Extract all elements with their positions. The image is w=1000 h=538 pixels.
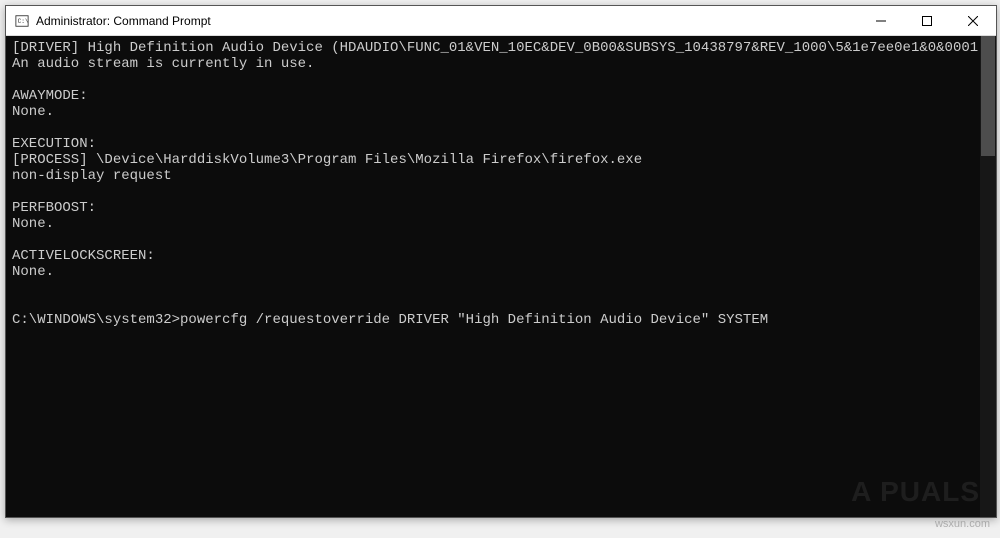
terminal-body: [DRIVER] High Definition Audio Device (H… — [6, 36, 996, 517]
window-controls — [858, 6, 996, 35]
cmd-icon: C:\ — [14, 13, 30, 29]
watermark-text: wsxun.com — [935, 518, 990, 530]
vertical-scrollbar[interactable] — [980, 36, 996, 517]
svg-text:C:\: C:\ — [18, 17, 29, 24]
titlebar[interactable]: C:\ Administrator: Command Prompt — [6, 6, 996, 36]
terminal-output[interactable]: [DRIVER] High Definition Audio Device (H… — [6, 36, 980, 517]
minimize-button[interactable] — [858, 6, 904, 35]
command-prompt-window: C:\ Administrator: Command Prompt [DRIVE… — [5, 5, 997, 518]
scrollbar-thumb[interactable] — [981, 36, 995, 156]
output-text: [DRIVER] High Definition Audio Device (H… — [12, 40, 980, 280]
maximize-button[interactable] — [904, 6, 950, 35]
prompt: C:\WINDOWS\system32> — [12, 312, 180, 328]
command-input[interactable]: powercfg /requestoverride DRIVER "High D… — [180, 312, 768, 328]
window-title: Administrator: Command Prompt — [36, 14, 858, 28]
close-button[interactable] — [950, 6, 996, 35]
watermark-logo: A PUALS — [851, 476, 980, 508]
